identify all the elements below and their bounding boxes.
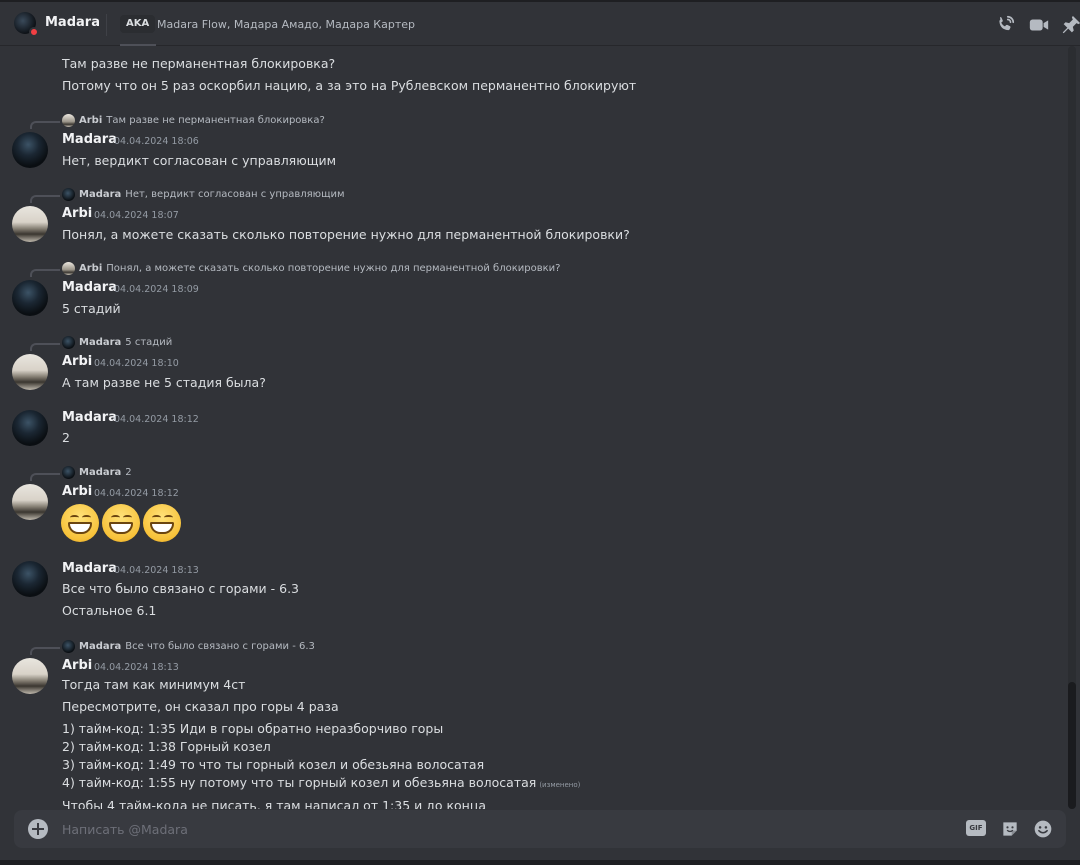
- avatar[interactable]: [12, 484, 48, 520]
- reply-connector: [30, 269, 60, 277]
- message-timestamp: 04.04.2024 18:07: [94, 210, 179, 221]
- grinning-face-emoji[interactable]: [102, 504, 140, 542]
- edited-label: (изменено): [539, 781, 581, 789]
- gif-picker-button[interactable]: GIF: [966, 820, 986, 836]
- message-timestamp: 04.04.2024 18:06: [114, 136, 199, 147]
- message-author[interactable]: Madara: [62, 410, 117, 425]
- reply-author: Madara: [79, 641, 122, 652]
- message-timestamp: 04.04.2024 18:13: [114, 565, 199, 576]
- message-author[interactable]: Madara: [62, 280, 117, 295]
- reply-connector: [30, 343, 60, 351]
- message-text: Пересмотрите, он сказал про горы 4 раза: [62, 699, 339, 714]
- reply-author: Arbi: [79, 263, 103, 274]
- message-list[interactable]: Там разве не перманентная блокировка? По…: [0, 46, 1080, 809]
- avatar[interactable]: [12, 354, 48, 390]
- message-text: Потому что он 5 раз оскорбил нацию, а за…: [62, 78, 637, 93]
- message-author[interactable]: Arbi: [62, 354, 92, 369]
- message-timestamp: 04.04.2024 18:12: [114, 414, 199, 425]
- sticker-icon[interactable]: [1000, 819, 1020, 839]
- message-author[interactable]: Madara: [62, 561, 117, 576]
- avatar[interactable]: [12, 561, 48, 597]
- message-text: Там разве не перманентная блокировка?: [62, 56, 336, 71]
- reply-preview[interactable]: Madara 5 стадий: [62, 336, 172, 349]
- reply-avatar: [62, 114, 75, 127]
- reply-avatar: [62, 640, 75, 653]
- reply-preview[interactable]: Arbi Там разве не перманентная блокировк…: [62, 114, 325, 127]
- dm-header: Madara AKA Madara Flow, Мадара Амадо, Ма…: [0, 0, 1080, 46]
- message-composer: GIF: [14, 810, 1066, 848]
- scrollbar-thumb[interactable]: [1068, 682, 1076, 809]
- pin-icon[interactable]: [1060, 14, 1080, 36]
- voice-call-icon[interactable]: [994, 14, 1016, 36]
- message-author[interactable]: Arbi: [62, 484, 92, 499]
- reply-connector: [30, 647, 60, 655]
- scrollbar-track[interactable]: [1068, 46, 1076, 809]
- message-author[interactable]: Arbi: [62, 206, 92, 221]
- grinning-face-emoji[interactable]: [61, 504, 99, 542]
- reply-preview[interactable]: Madara 2: [62, 466, 132, 479]
- reply-text: 5 стадий: [125, 337, 173, 348]
- avatar[interactable]: [12, 132, 48, 168]
- message-text: Тогда там как минимум 4ст: [62, 677, 246, 692]
- reply-text: Нет, вердикт согласован с управляющим: [125, 189, 345, 200]
- message-timestamp: 04.04.2024 18:12: [94, 488, 179, 499]
- reply-preview[interactable]: Madara Все что было связано с горами - 6…: [62, 640, 315, 653]
- reply-author: Madara: [79, 467, 122, 478]
- reply-author: Arbi: [79, 115, 103, 126]
- message-text: Нет, вердикт согласован с управляющим: [62, 153, 337, 168]
- emoji-picker-icon[interactable]: [1033, 819, 1053, 839]
- message-text-body: 4) тайм-код: 1:55 ну потому что ты горны…: [62, 775, 537, 790]
- message-input[interactable]: [62, 810, 942, 848]
- dnd-status-icon: [29, 27, 39, 37]
- add-attachment-icon[interactable]: [28, 819, 48, 839]
- reply-preview[interactable]: Madara Нет, вердикт согласован с управля…: [62, 188, 345, 201]
- message-text: Понял, а можете сказать сколько повторен…: [62, 227, 630, 242]
- message-author[interactable]: Madara: [62, 132, 117, 147]
- reply-text: 2: [125, 467, 132, 478]
- aka-names: Madara Flow, Мадара Амадо, Мадара Картер: [157, 18, 415, 31]
- message-text: Остальное 6.1: [62, 603, 157, 618]
- reply-avatar: [62, 336, 75, 349]
- grinning-face-emoji[interactable]: [143, 504, 181, 542]
- message-timestamp: 04.04.2024 18:09: [114, 284, 199, 295]
- reply-text: Все что было связано с горами - 6.3: [125, 641, 315, 652]
- avatar[interactable]: [12, 280, 48, 316]
- bottom-edge: [0, 860, 1080, 865]
- reply-connector: [30, 473, 60, 481]
- reply-text: Там разве не перманентная блокировка?: [106, 115, 325, 126]
- reply-text: Понял, а можете сказать сколько повторен…: [106, 263, 561, 274]
- message-text: 5 стадий: [62, 301, 121, 316]
- message-text: 3) тайм-код: 1:49 то что ты горный козел…: [62, 757, 485, 772]
- message-text: Чтобы 4 тайм-кода не писать, я там напис…: [62, 798, 487, 809]
- avatar[interactable]: [12, 206, 48, 242]
- reply-avatar: [62, 466, 75, 479]
- header-divider: [106, 14, 107, 36]
- aka-badge[interactable]: AKA: [120, 15, 156, 33]
- reply-connector: [30, 195, 60, 203]
- message-text: 2: [62, 430, 70, 445]
- message-text: А там разве не 5 стадия была?: [62, 375, 266, 390]
- video-call-icon[interactable]: [1028, 14, 1050, 36]
- message-author[interactable]: Arbi: [62, 658, 92, 673]
- message-timestamp: 04.04.2024 18:13: [94, 662, 179, 673]
- message-text: 4) тайм-код: 1:55 ну потому что ты горны…: [62, 775, 580, 790]
- message-text: Все что было связано с горами - 6.3: [62, 581, 299, 596]
- reply-avatar: [62, 262, 75, 275]
- reply-preview[interactable]: Arbi Понял, а можете сказать сколько пов…: [62, 262, 560, 275]
- reply-author: Madara: [79, 189, 122, 200]
- reply-connector: [30, 121, 60, 129]
- reply-author: Madara: [79, 337, 122, 348]
- message-text: 1) тайм-код: 1:35 Иди в горы обратно нер…: [62, 721, 444, 736]
- avatar[interactable]: [12, 658, 48, 694]
- message-timestamp: 04.04.2024 18:10: [94, 358, 179, 369]
- avatar[interactable]: [12, 410, 48, 446]
- header-username[interactable]: Madara: [45, 15, 100, 30]
- message-text: 2) тайм-код: 1:38 Горный козел: [62, 739, 271, 754]
- reply-avatar: [62, 188, 75, 201]
